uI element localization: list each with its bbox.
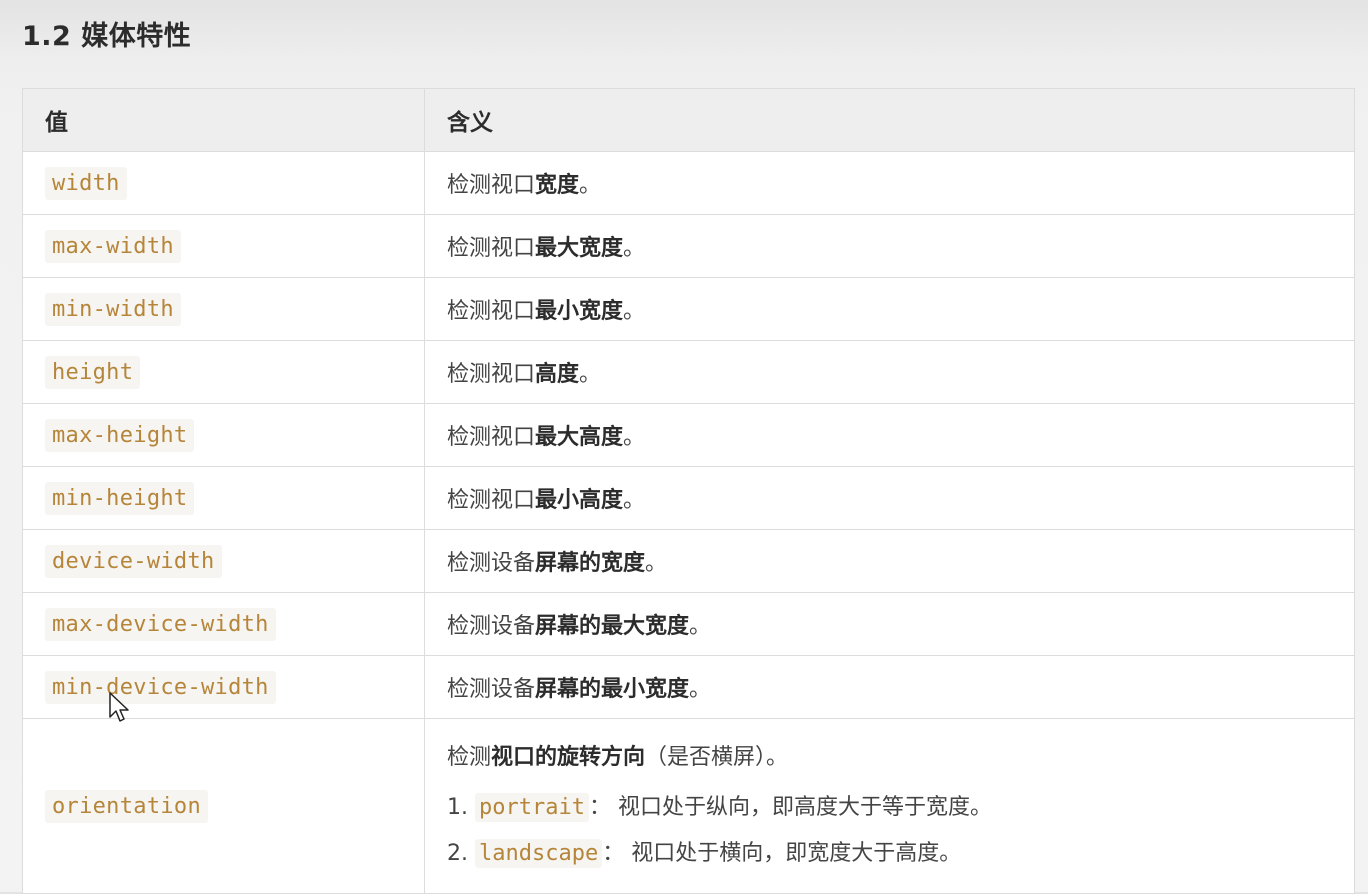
feature-code: max-width: [45, 229, 181, 263]
table-row: height 检测视口高度。: [22, 340, 1355, 404]
section-title: 1.2 媒体特性: [22, 21, 192, 52]
feature-code: width: [45, 166, 127, 200]
feature-code: min-height: [45, 481, 195, 515]
meaning-cell: 检测设备屏幕的宽度。: [424, 529, 1355, 593]
table-row-orientation: orientation 检测视口的旋转方向（是否横屏）。 1. portrait…: [22, 718, 1355, 894]
list-item: 2. landscape： 视口处于横向，即宽度大于高度。: [447, 835, 1332, 869]
list-item: 1. portrait： 视口处于纵向，即高度大于等于宽度。: [447, 789, 1332, 823]
meaning-suffix: 。: [689, 614, 712, 639]
feature-code: orientation: [45, 789, 208, 823]
value-cell: device-width: [22, 529, 425, 593]
table-row: min-height 检测视口最小高度。: [22, 466, 1355, 530]
feature-code: max-device-width: [45, 607, 276, 641]
meaning-prefix: 检测设备: [447, 614, 536, 639]
header-value: 值: [22, 88, 425, 152]
meaning-cell: 检测视口最大宽度。: [424, 214, 1355, 278]
table-header-row: 值 含义: [22, 88, 1355, 152]
meaning-prefix: 检测视口: [447, 362, 536, 387]
table-row: min-device-width 检测设备屏幕的最小宽度。: [22, 655, 1355, 719]
meaning-bold: 屏幕的宽度: [535, 551, 646, 576]
header-meaning: 含义: [424, 88, 1355, 152]
list-text: ： 视口处于纵向，即高度大于等于宽度。: [588, 795, 992, 821]
table-row: min-width 检测视口最小宽度。: [22, 277, 1355, 341]
meaning-cell: 检测视口的旋转方向（是否横屏）。 1. portrait： 视口处于纵向，即高度…: [424, 718, 1355, 894]
meaning-bold: 最小高度: [535, 488, 624, 513]
value-cell: orientation: [22, 718, 425, 894]
value-cell: max-height: [22, 403, 425, 467]
meaning-suffix: 。: [579, 173, 602, 198]
meaning-prefix: 检测视口: [447, 425, 536, 450]
media-features-table: 值 含义 width 检测视口宽度。 max-width 检测视口最大宽度。 m…: [22, 88, 1355, 894]
meaning-prefix: 检测视口: [447, 173, 536, 198]
value-cell: max-device-width: [22, 592, 425, 656]
value-cell: height: [22, 340, 425, 404]
meaning-cell: 检测设备屏幕的最小宽度。: [424, 655, 1355, 719]
meaning-bold: 高度: [535, 362, 580, 387]
value-cell: width: [22, 151, 425, 215]
meaning-prefix: 检测视口: [447, 299, 536, 324]
meaning-cell: 检测视口最小宽度。: [424, 277, 1355, 341]
meaning-suffix: 。: [623, 425, 646, 450]
meaning-cell: 检测视口高度。: [424, 340, 1355, 404]
meaning-suffix: 。: [623, 299, 646, 324]
meaning-bold: 最大高度: [535, 425, 624, 450]
meaning-prefix: 检测视口: [447, 488, 536, 513]
meaning-bold: 最大宽度: [535, 236, 624, 261]
meaning-suffix: 。: [623, 488, 646, 513]
meaning-suffix: （是否横屏）。: [645, 744, 789, 770]
meaning-prefix: 检测设备: [447, 551, 536, 576]
meaning-cell: 检测视口宽度。: [424, 151, 1355, 215]
table-row: max-device-width 检测设备屏幕的最大宽度。: [22, 592, 1355, 656]
meaning-suffix: 。: [645, 551, 668, 576]
feature-code: max-height: [45, 418, 195, 452]
orientation-code: landscape: [475, 839, 603, 869]
meaning-prefix: 检测视口: [447, 236, 536, 261]
meaning-cell: 检测视口最大高度。: [424, 403, 1355, 467]
list-number: 2.: [447, 841, 468, 867]
value-cell: min-width: [22, 277, 425, 341]
feature-code: device-width: [45, 544, 222, 578]
meaning-prefix: 检测: [447, 744, 492, 770]
table-row: width 检测视口宽度。: [22, 151, 1355, 215]
meaning-suffix: 。: [579, 362, 602, 387]
feature-code: min-width: [45, 292, 181, 326]
meaning-bold: 最小宽度: [535, 299, 624, 324]
feature-code: height: [45, 355, 141, 389]
meaning-cell: 检测视口最小高度。: [424, 466, 1355, 530]
value-cell: max-width: [22, 214, 425, 278]
list-number: 1.: [447, 795, 468, 821]
list-text: ： 视口处于横向，即宽度大于高度。: [602, 841, 962, 867]
table-row: max-height 检测视口最大高度。: [22, 403, 1355, 467]
value-cell: min-device-width: [22, 655, 425, 719]
table-row: max-width 检测视口最大宽度。: [22, 214, 1355, 278]
table-row: device-width 检测设备屏幕的宽度。: [22, 529, 1355, 593]
meaning-bold: 宽度: [535, 173, 580, 198]
meaning-suffix: 。: [689, 677, 712, 702]
meaning-suffix: 。: [623, 236, 646, 261]
meaning-bold: 视口的旋转方向: [491, 744, 646, 770]
meaning-bold: 屏幕的最小宽度: [535, 677, 690, 702]
meaning-cell: 检测设备屏幕的最大宽度。: [424, 592, 1355, 656]
meaning-prefix: 检测设备: [447, 677, 536, 702]
value-cell: min-height: [22, 466, 425, 530]
orientation-list: 1. portrait： 视口处于纵向，即高度大于等于宽度。 2. landsc…: [447, 789, 1332, 869]
orientation-description: 检测视口的旋转方向（是否横屏）。: [447, 745, 1332, 771]
feature-code: min-device-width: [45, 670, 276, 704]
meaning-bold: 屏幕的最大宽度: [535, 614, 690, 639]
orientation-code: portrait: [475, 793, 589, 823]
